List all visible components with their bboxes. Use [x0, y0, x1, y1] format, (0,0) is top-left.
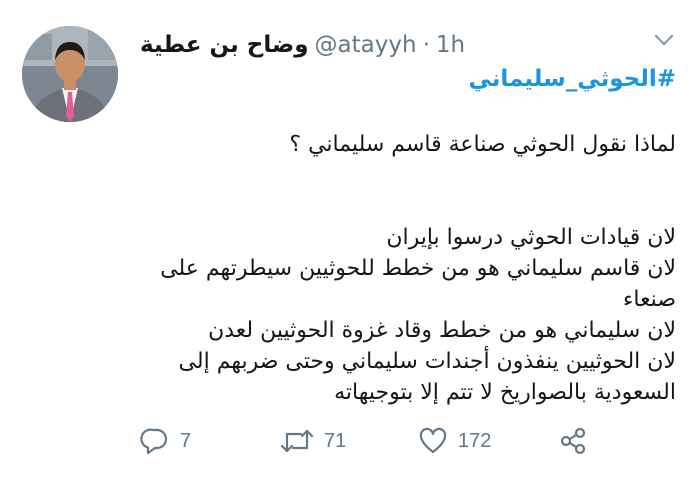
tweet-line: لان قيادات الحوثي درسوا بإيران — [386, 225, 676, 250]
retweet-count: 71 — [324, 429, 347, 452]
avatar-photo — [22, 26, 118, 122]
reply-button[interactable]: 7 — [140, 426, 191, 456]
tweet-line: صنعاء — [623, 287, 676, 312]
action-bar: 7 71 172 — [0, 424, 700, 460]
tweet-line: السعودية بالصواريخ لا تتم إلا بتوجيهاته — [334, 380, 676, 405]
tweet-text: #الحوثي_سليماني لماذا نقول الحوثي صناعة … — [116, 60, 676, 408]
avatar[interactable] — [22, 26, 118, 122]
separator-dot: · — [422, 32, 430, 58]
chevron-down-icon[interactable] — [652, 30, 676, 50]
share-button[interactable] — [558, 426, 588, 456]
like-count: 172 — [458, 429, 492, 452]
hashtag-link[interactable]: #الحوثي_سليماني — [116, 60, 676, 98]
like-button[interactable]: 172 — [418, 426, 491, 456]
like-icon — [419, 427, 447, 454]
tweet-card[interactable]: وضاح بن عطية @atayyh · 1h #الحوثي_سليمان… — [0, 0, 700, 485]
display-name[interactable]: وضاح بن عطية — [140, 32, 309, 58]
tweet-line — [116, 160, 676, 191]
retweet-icon — [280, 429, 314, 453]
tweet-line: لماذا نقول الحوثي صناعة قاسم سليماني ؟ — [289, 132, 676, 157]
tweet-line: لان سليماني هو من خطط وقاد غزوة الحوثيين… — [208, 318, 676, 343]
user-handle[interactable]: @atayyh — [315, 32, 417, 58]
share-icon — [560, 427, 586, 455]
reply-count: 7 — [180, 429, 192, 452]
tweet-line: لان الحوثيين ينفذون أجندات سليماني وحتى … — [178, 349, 676, 374]
retweet-button[interactable]: 71 — [280, 426, 346, 456]
reply-icon — [140, 428, 168, 455]
timestamp[interactable]: 1h — [436, 32, 465, 58]
tweet-header: وضاح بن عطية @atayyh · 1h — [140, 28, 465, 62]
tweet-line: لان قاسم سليماني هو من خطط للحوثيين سيطر… — [160, 256, 676, 281]
